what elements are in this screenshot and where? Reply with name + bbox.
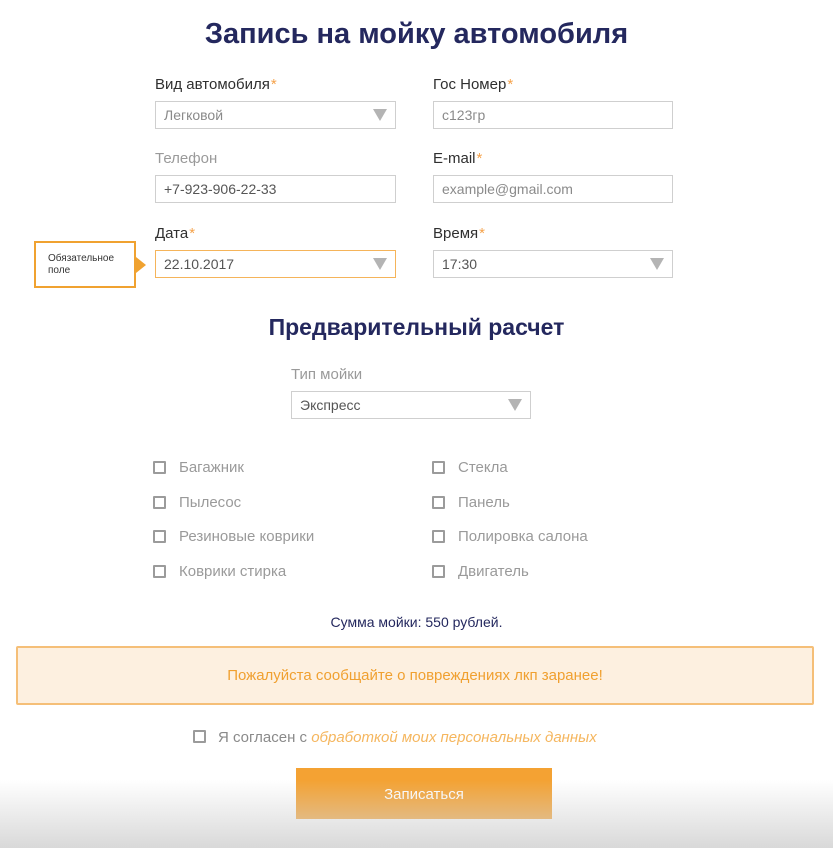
submit-button[interactable]: Записаться xyxy=(296,768,552,819)
car-type-value: Легковой xyxy=(164,107,224,123)
checkbox-interior-polish[interactable] xyxy=(432,530,445,543)
consent-prefix: Я согласен с xyxy=(218,729,308,746)
email-input[interactable]: example@gmail.com xyxy=(433,175,673,203)
car-type-label: Вид автомобиля* xyxy=(155,76,277,93)
option-label: Панель xyxy=(458,494,510,511)
checkbox-engine[interactable] xyxy=(432,565,445,578)
date-label: Дата* xyxy=(155,225,196,242)
damage-notice: Пожалуйста сообщайте о повреждениях лкп … xyxy=(16,646,814,705)
wash-total: Сумма мойки: 550 рублей. xyxy=(330,614,503,630)
phone-label: Телефон xyxy=(155,150,218,167)
time-label: Время* xyxy=(433,225,485,242)
tooltip-pointer xyxy=(136,257,146,273)
option-label: Двигатель xyxy=(458,563,529,580)
wash-type-select[interactable]: Экспресс xyxy=(291,391,531,419)
option-label: Стекла xyxy=(458,459,508,476)
time-select[interactable]: 17:30 xyxy=(433,250,673,278)
email-placeholder: example@gmail.com xyxy=(442,181,573,197)
option-label: Багажник xyxy=(179,459,244,476)
checkbox-mat-wash[interactable] xyxy=(153,565,166,578)
checkbox-panel[interactable] xyxy=(432,496,445,509)
plate-placeholder: с123гр xyxy=(442,107,486,123)
option-label: Пылесос xyxy=(179,494,242,511)
checkbox-glass[interactable] xyxy=(432,461,445,474)
checkbox-rubber-mats[interactable] xyxy=(153,530,166,543)
plate-input[interactable]: с123гр xyxy=(433,101,673,129)
plate-label: Гос Номер* xyxy=(433,76,514,93)
phone-value: +7-923-906-22-33 xyxy=(164,181,277,197)
chevron-down-icon xyxy=(373,258,387,270)
option-label: Резиновые коврики xyxy=(179,528,315,545)
chevron-down-icon xyxy=(373,109,387,121)
car-type-select[interactable]: Легковой xyxy=(155,101,396,129)
phone-input[interactable]: +7-923-906-22-33 xyxy=(155,175,396,203)
required-field-tooltip: Обязательное поле xyxy=(34,241,136,288)
consent-checkbox[interactable] xyxy=(193,730,206,743)
date-select[interactable]: 22.10.2017 xyxy=(155,250,396,278)
wash-type-label: Тип мойки xyxy=(291,366,363,383)
page-title: Запись на мойку автомобиля xyxy=(204,18,629,50)
time-value: 17:30 xyxy=(442,256,478,272)
checkbox-vacuum[interactable] xyxy=(153,496,166,509)
personal-data-link[interactable]: обработкой моих персональных данных xyxy=(311,729,597,746)
consent-text: Я согласен с обработкой моих персональны… xyxy=(218,729,597,746)
option-label: Полировка салона xyxy=(458,528,588,545)
estimate-heading: Предварительный расчет xyxy=(268,314,565,340)
option-label: Коврики стирка xyxy=(179,563,287,580)
email-label: E-mail* xyxy=(433,150,483,167)
checkbox-trunk[interactable] xyxy=(153,461,166,474)
date-value: 22.10.2017 xyxy=(164,256,235,272)
chevron-down-icon xyxy=(508,399,522,411)
chevron-down-icon xyxy=(650,258,664,270)
wash-type-value: Экспресс xyxy=(300,397,361,413)
